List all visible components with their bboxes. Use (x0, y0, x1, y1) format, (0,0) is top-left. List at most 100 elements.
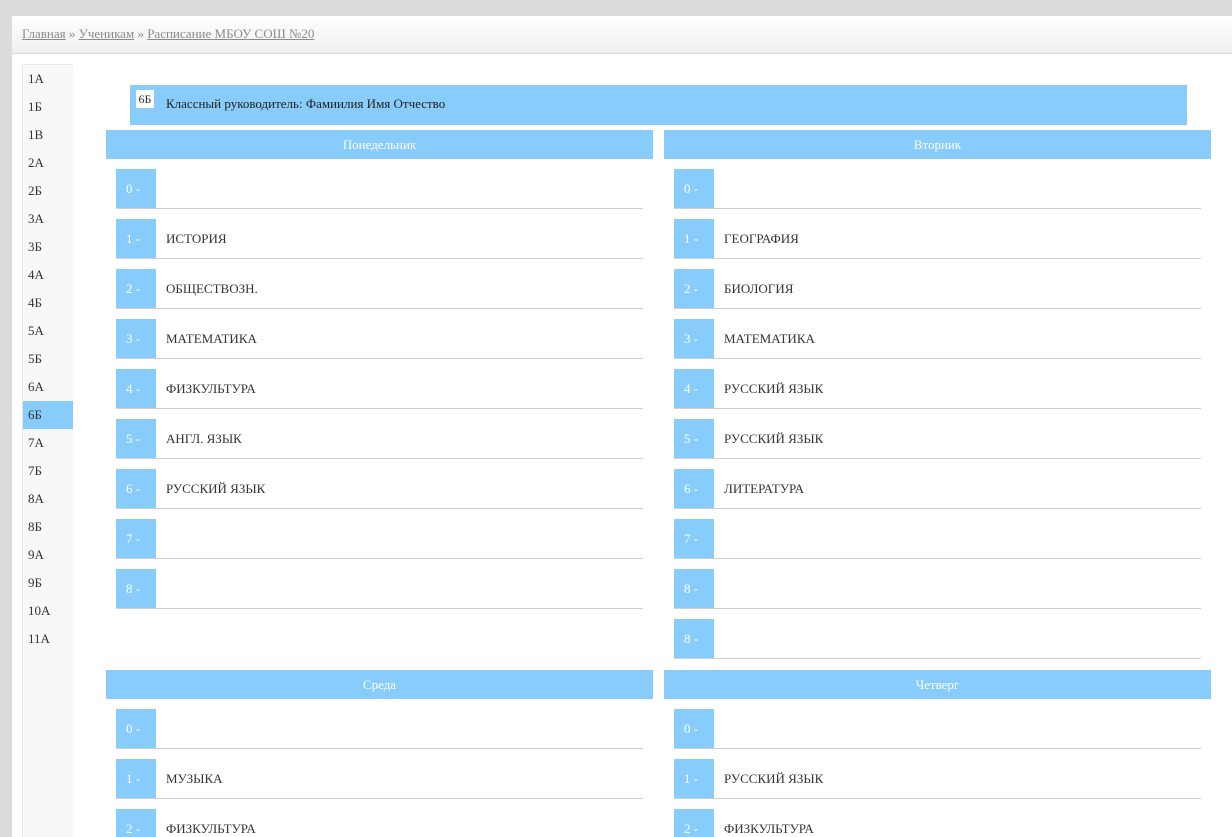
sidebar-item-class[interactable]: 5А (23, 317, 73, 345)
lesson-row: 1 - ГЕОГРАФИЯ (674, 219, 1201, 259)
class-header: 6Б Классный руководитель: Фамиилия Имя О… (130, 85, 1187, 125)
lesson-subject (714, 519, 1201, 558)
lesson-number: 0 - (674, 169, 714, 208)
lesson-number: 7 - (674, 519, 714, 558)
lesson-subject: МУЗЫКА (166, 771, 223, 786)
class-badge: 6Б (136, 90, 154, 108)
day-title: Среда (106, 670, 653, 699)
lesson-subject: РУССКИЙ ЯЗЫК (724, 771, 824, 786)
lesson-row: 2 - ФИЗКУЛЬТУРА (674, 809, 1201, 837)
lesson-row: 3 - МАТЕМАТИКА (674, 319, 1201, 359)
lesson-row: 4 - РУССКИЙ ЯЗЫК (674, 369, 1201, 409)
lesson-subject (156, 709, 643, 748)
day-title: Вторник (664, 130, 1211, 159)
lesson-subject (156, 169, 643, 208)
sidebar-item-class[interactable]: 9А (23, 541, 73, 569)
sidebar-item-class[interactable]: 1В (23, 121, 73, 149)
lesson-row: 7 - (116, 519, 643, 559)
lesson-number: 1 - (674, 219, 714, 258)
day-wednesday: Среда 0 - 1 - МУЗЫКА 2 - ФИЗКУЛЬТУРА (106, 670, 653, 837)
lesson-number: 2 - (116, 809, 156, 837)
sidebar-item-class[interactable]: 1Б (23, 93, 73, 121)
lesson-number: 0 - (116, 169, 156, 208)
sidebar-item-class[interactable]: 3Б (23, 233, 73, 261)
lesson-number: 0 - (674, 709, 714, 748)
sidebar-item-class[interactable]: 11А (23, 625, 73, 653)
sidebar-item-class[interactable]: 2А (23, 149, 73, 177)
sidebar-item-class[interactable]: 5Б (23, 345, 73, 373)
lesson-row: 8 - (674, 619, 1201, 659)
lesson-row: 2 - ОБЩЕСТВОЗН. (116, 269, 643, 309)
lesson-subject: ОБЩЕСТВОЗН. (166, 281, 258, 296)
lesson-row: 1 - РУССКИЙ ЯЗЫК (674, 759, 1201, 799)
lesson-row: 8 - (116, 569, 643, 609)
lesson-row: 0 - (674, 709, 1201, 749)
lesson-row: 3 - МАТЕМАТИКА (116, 319, 643, 359)
lesson-subject (714, 169, 1201, 208)
breadcrumb-home-link[interactable]: Главная (22, 26, 66, 41)
breadcrumb-current-link[interactable]: Расписание МБОУ СОШ №20 (147, 26, 314, 41)
lesson-row: 6 - ЛИТЕРАТУРА (674, 469, 1201, 509)
day-title: Четверг (664, 670, 1211, 699)
lesson-row: 4 - ФИЗКУЛЬТУРА (116, 369, 643, 409)
lesson-list: 0 - 1 - ГЕОГРАФИЯ 2 - БИОЛОГИЯ 3 - МАТЕМАТИКА 4… (664, 159, 1211, 659)
lesson-number: 1 - (674, 759, 714, 798)
lesson-subject: РУССКИЙ ЯЗЫК (724, 381, 824, 396)
lesson-list: 0 - 1 - МУЗЫКА 2 - ФИЗКУЛЬТУРА (106, 699, 653, 837)
sidebar-item-class[interactable]: 9Б (23, 569, 73, 597)
lesson-row: 2 - ФИЗКУЛЬТУРА (116, 809, 643, 837)
lesson-subject: ИСТОРИЯ (166, 231, 227, 246)
sidebar-item-class[interactable]: 6Б (23, 401, 73, 429)
lesson-subject: РУССКИЙ ЯЗЫК (724, 431, 824, 446)
lesson-subject: РУССКИЙ ЯЗЫК (166, 481, 266, 496)
sidebar-item-class[interactable]: 1А (23, 65, 73, 93)
lesson-number: 7 - (116, 519, 156, 558)
breadcrumb-separator: » (137, 26, 144, 41)
sidebar-item-class[interactable]: 6А (23, 373, 73, 401)
lesson-subject: БИОЛОГИЯ (724, 281, 794, 296)
day-thursday: Четверг 0 - 1 - РУССКИЙ ЯЗЫК 2 - ФИЗКУЛЬТУРА (664, 670, 1211, 837)
sidebar-item-class[interactable]: 7А (23, 429, 73, 457)
lesson-subject: ФИЗКУЛЬТУРА (166, 821, 256, 836)
lesson-subject (714, 619, 1201, 658)
breadcrumb: Главная » Ученикам » Расписание МБОУ СОШ… (12, 16, 1232, 54)
lesson-number: 8 - (116, 569, 156, 608)
lesson-row: 2 - БИОЛОГИЯ (674, 269, 1201, 309)
sidebar-item-class[interactable]: 3А (23, 205, 73, 233)
lesson-subject: ФИЗКУЛЬТУРА (166, 381, 256, 396)
lesson-subject: МАТЕМАТИКА (724, 331, 815, 346)
class-teacher: Классный руководитель: Фамиилия Имя Отче… (166, 96, 446, 111)
lesson-list: 0 - 1 - ИСТОРИЯ 2 - ОБЩЕСТВОЗН. 3 - МАТЕМАТИКА… (106, 159, 653, 609)
lesson-row: 5 - РУССКИЙ ЯЗЫК (674, 419, 1201, 459)
lesson-subject (156, 569, 643, 608)
lesson-subject: МАТЕМАТИКА (166, 331, 257, 346)
day-monday: Понедельник 0 - 1 - ИСТОРИЯ 2 - ОБЩЕСТВОЗН. 3 … (106, 130, 653, 619)
lesson-number: 5 - (116, 419, 156, 458)
lesson-number: 8 - (674, 569, 714, 608)
sidebar-item-class[interactable]: 2Б (23, 177, 73, 205)
lesson-number: 2 - (674, 809, 714, 837)
sidebar-item-class[interactable]: 4А (23, 261, 73, 289)
breadcrumb-separator: » (68, 26, 76, 41)
class-sidebar: 1А 1Б 1В 2А 2Б 3А 3Б 4А 4Б 5А 5Б 6А 6Б 7А 7Б 8А 8Б 9А 9Б 10… (22, 64, 73, 837)
sidebar-item-class[interactable]: 8А (23, 485, 73, 513)
lesson-number: 4 - (116, 369, 156, 408)
lesson-number: 2 - (116, 269, 156, 308)
lesson-row: 8 - (674, 569, 1201, 609)
sidebar-item-class[interactable]: 4Б (23, 289, 73, 317)
lesson-number: 8 - (674, 619, 714, 658)
lesson-subject (714, 569, 1201, 608)
lesson-list: 0 - 1 - РУССКИЙ ЯЗЫК 2 - ФИЗКУЛЬТУРА (664, 699, 1211, 837)
lesson-number: 6 - (116, 469, 156, 508)
sidebar-item-class[interactable]: 8Б (23, 513, 73, 541)
breadcrumb-students-link[interactable]: Ученикам (79, 26, 135, 41)
sidebar-item-class[interactable]: 7Б (23, 457, 73, 485)
lesson-row: 0 - (674, 169, 1201, 209)
lesson-number: 1 - (116, 219, 156, 258)
lesson-number: 2 - (674, 269, 714, 308)
lesson-number: 1 - (116, 759, 156, 798)
lesson-row: 7 - (674, 519, 1201, 559)
day-tuesday: Вторник 0 - 1 - ГЕОГРАФИЯ 2 - БИОЛОГИЯ 3 - МАТЕ… (664, 130, 1211, 669)
lesson-row: 1 - ИСТОРИЯ (116, 219, 643, 259)
sidebar-item-class[interactable]: 10А (23, 597, 73, 625)
